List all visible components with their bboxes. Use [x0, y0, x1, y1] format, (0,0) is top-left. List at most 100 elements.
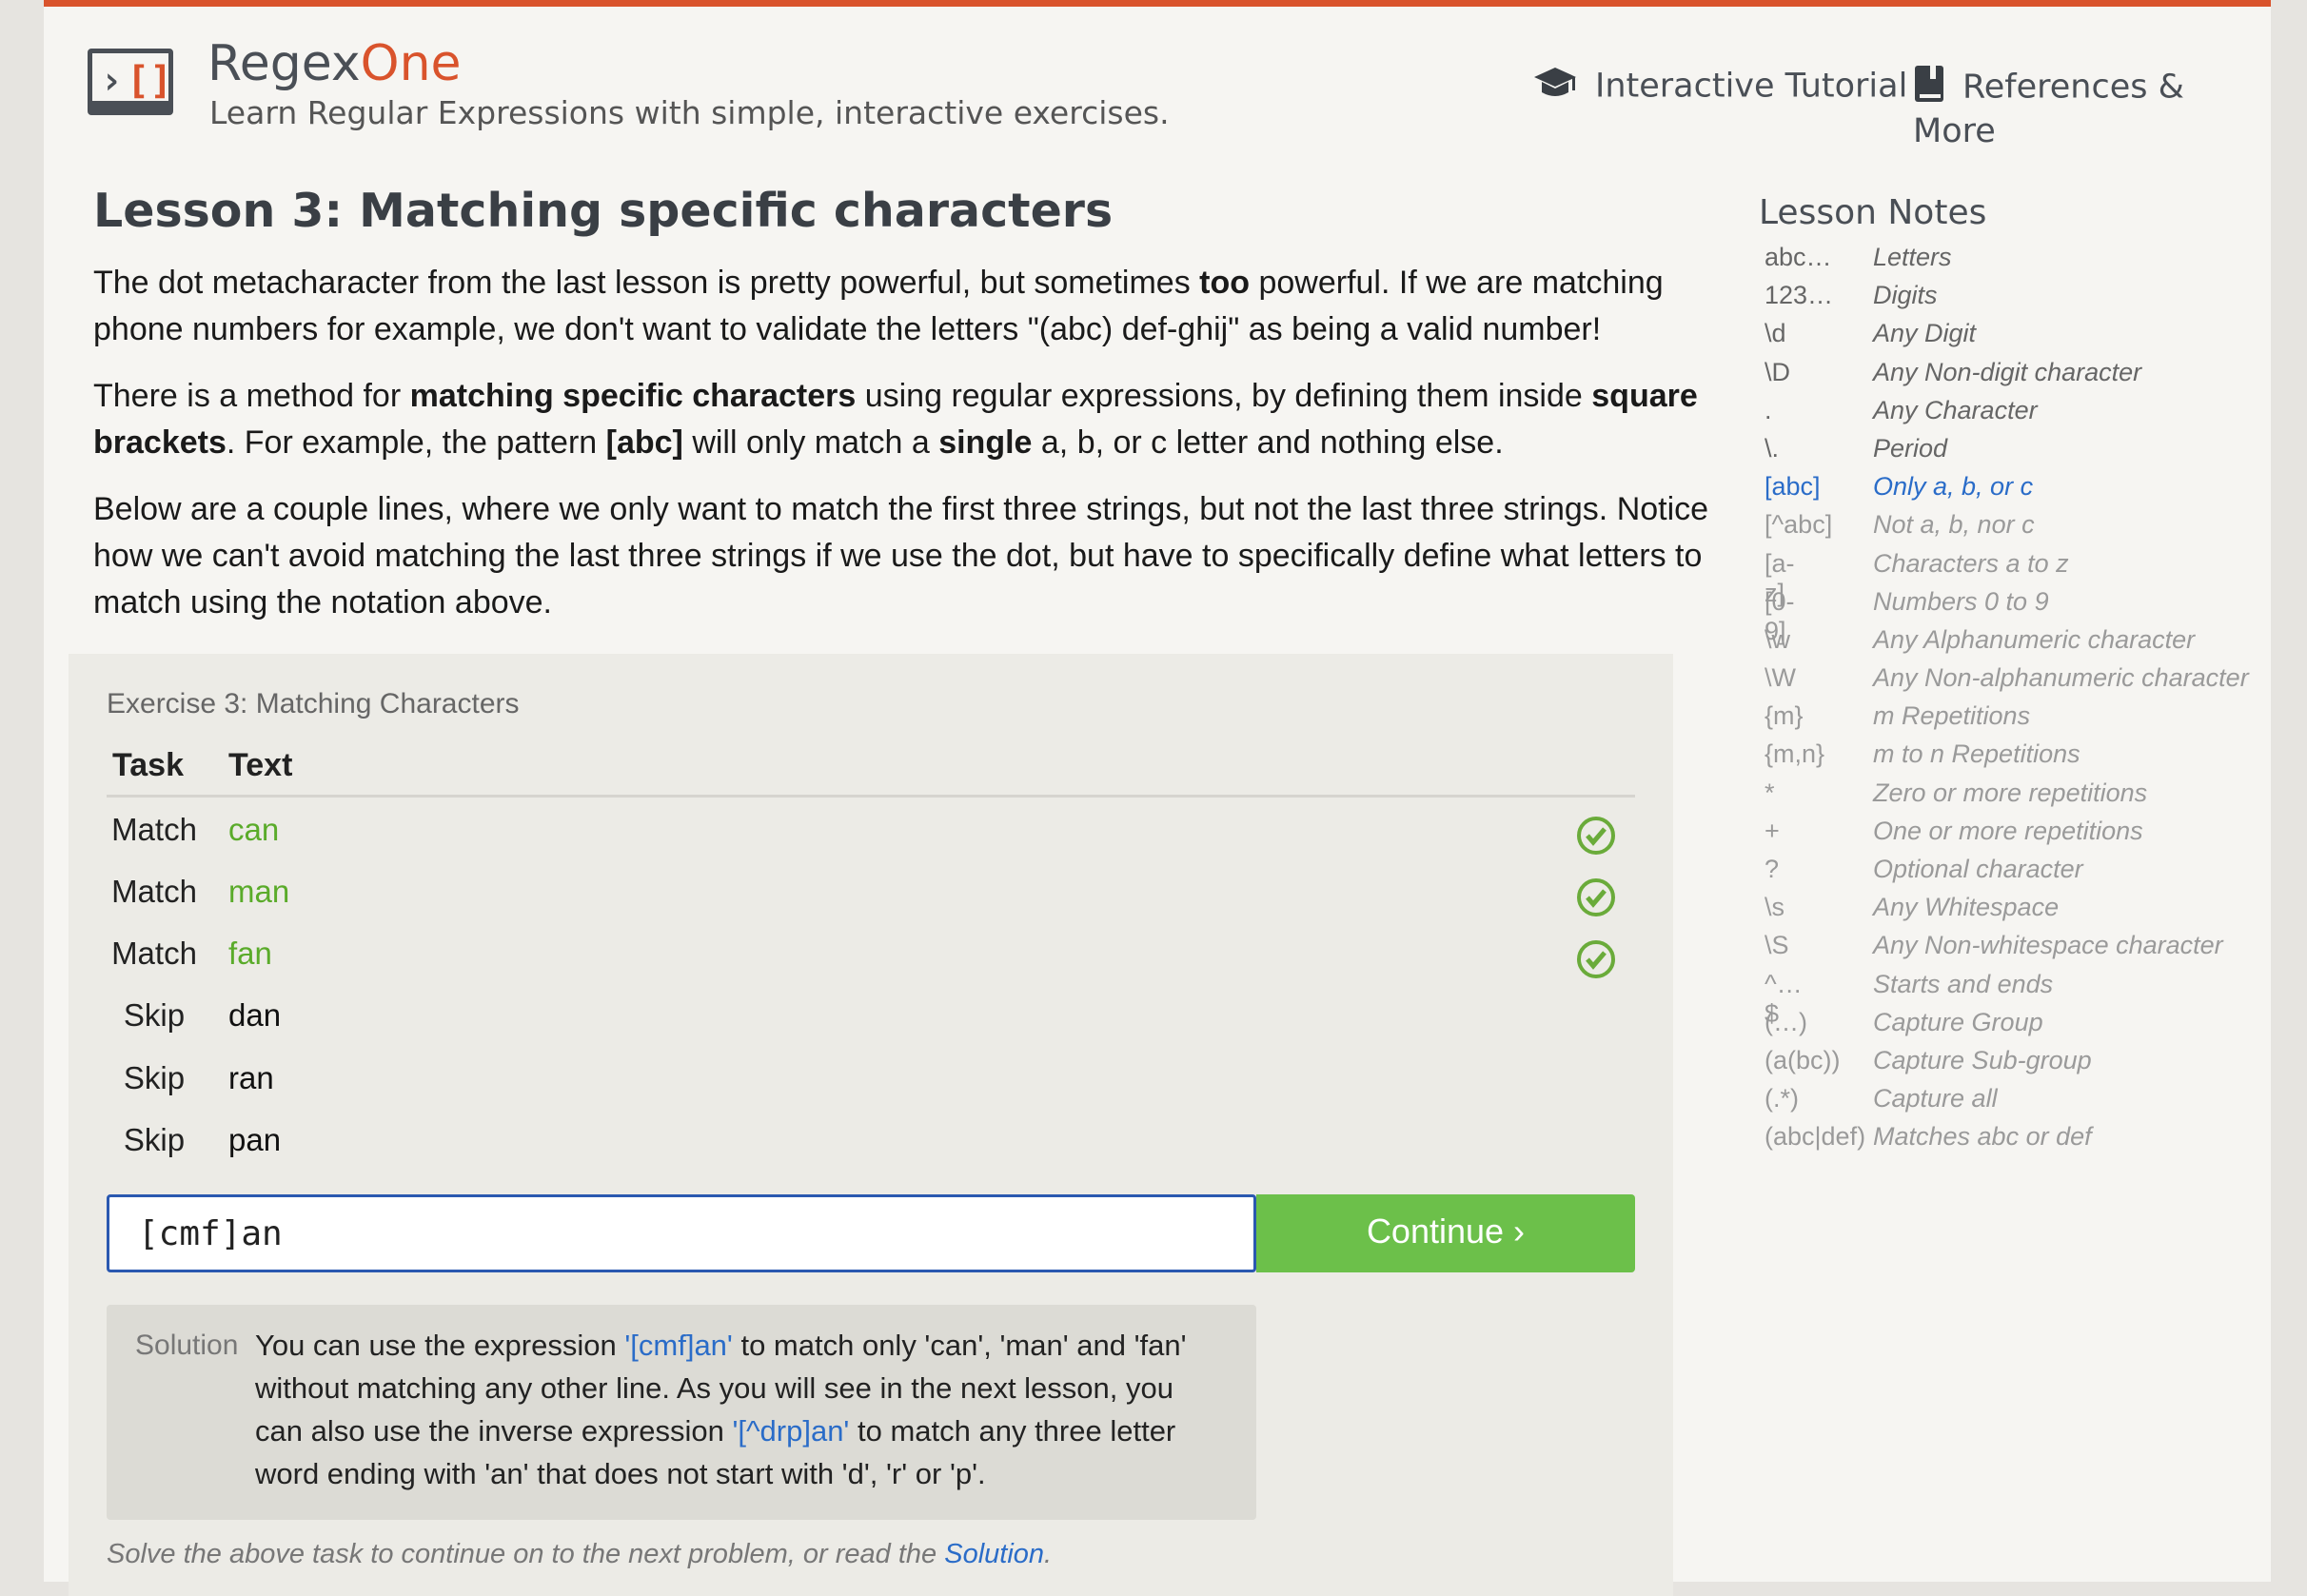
note-description: Capture all	[1873, 1084, 1998, 1113]
exercise-title: Exercise 3: Matching Characters	[107, 688, 520, 719]
chevron-right-icon: ›	[100, 59, 124, 103]
note-description: Numbers 0 to 9	[1873, 586, 2049, 616]
lesson-notes-title: Lesson Notes	[1759, 193, 1987, 232]
row-text: fan	[228, 936, 272, 971]
bold-text: single	[938, 424, 1033, 461]
regexone-logo[interactable]: › []	[88, 49, 173, 115]
text-run: There is a method for	[93, 378, 410, 414]
note-description: Any Alphanumeric character	[1873, 624, 2196, 654]
logo-strip	[92, 101, 168, 110]
text-run: a, b, or c letter and nothing else.	[1032, 424, 1504, 461]
table-row: Match fan	[107, 936, 1635, 993]
row-task: Match	[111, 812, 197, 847]
note-description: Zero or more repetitions	[1873, 778, 2148, 807]
bold-text: too	[1199, 265, 1251, 301]
table-row: Skip pan	[107, 1122, 1635, 1179]
text-run: will only match a	[682, 424, 939, 461]
note-symbol: {m,n}	[1765, 739, 1825, 769]
bold-text: [abc]	[605, 424, 683, 461]
row-text: ran	[228, 1060, 274, 1095]
note-description: Digits	[1873, 281, 1938, 310]
text-run: The dot metacharacter from the last less…	[93, 265, 1200, 301]
page: › [] RegexOne Learn Regular Expressions …	[44, 0, 2271, 1596]
note-symbol: (…)	[1765, 1007, 1807, 1036]
row-task: Skip	[123, 1122, 186, 1157]
table-row: Match can	[107, 812, 1635, 869]
note-symbol: +	[1765, 816, 1780, 845]
lesson-paragraph-2: There is a method for matching specific …	[93, 373, 1711, 466]
note-symbol: 123…	[1765, 281, 1834, 310]
solution-label: Solution	[135, 1330, 239, 1361]
row-text: man	[228, 874, 290, 909]
note-description: Letters	[1873, 243, 1952, 271]
text-run: . For example, the pattern	[226, 424, 606, 461]
solution-box: Solution You can use the expression '[cm…	[107, 1305, 1256, 1520]
note-description: Any Character	[1873, 395, 2038, 424]
note-symbol: \s	[1765, 893, 1785, 922]
row-task: Match	[111, 874, 197, 909]
table-row: Skip dan	[107, 997, 1635, 1054]
nav-references-more[interactable]: References & More	[1913, 64, 2271, 150]
solution-code: '[^drp]an'	[732, 1414, 850, 1448]
lesson-paragraph-1: The dot metacharacter from the last less…	[93, 260, 1711, 353]
note-symbol: [abc]	[1765, 472, 1821, 502]
note-symbol: abc…	[1765, 243, 1832, 271]
note-description: Any Non-whitespace character	[1873, 931, 2223, 960]
check-circle-icon	[1576, 877, 1616, 925]
note-description: Capture Group	[1873, 1007, 2043, 1036]
header-divider	[107, 795, 1635, 798]
table-row: Match man	[107, 874, 1635, 931]
column-header-text: Text	[228, 747, 293, 783]
text-run: .	[1044, 1539, 1053, 1569]
nav-interactive-tutorial[interactable]: Interactive Tutorial	[1532, 64, 1907, 110]
note-symbol: .	[1765, 395, 1772, 424]
note-symbol: \D	[1765, 357, 1790, 386]
regex-input[interactable]	[107, 1194, 1256, 1272]
note-description: Matches abc or def	[1873, 1122, 2092, 1152]
nav-label: Interactive Tutorial	[1595, 67, 1908, 106]
brand-prefix: Regex	[207, 35, 361, 92]
note-symbol: \S	[1765, 931, 1789, 960]
brackets-icon: []	[127, 59, 173, 103]
note-symbol: \w	[1765, 624, 1790, 654]
note-description: Capture Sub-group	[1873, 1045, 2092, 1074]
note-description: Only a, b, or c	[1873, 472, 2034, 502]
exercise-panel: Exercise 3: Matching Characters Task Tex…	[69, 654, 1673, 1596]
note-symbol: \d	[1765, 319, 1786, 348]
note-description: m Repetitions	[1873, 701, 2031, 731]
note-symbol: \W	[1765, 663, 1796, 693]
note-symbol: (.*)	[1765, 1084, 1799, 1113]
nav-label: References & More	[1913, 68, 2184, 151]
row-task: Skip	[123, 997, 186, 1033]
lesson-paragraph-3: Below are a couple lines, where we only …	[93, 491, 1709, 621]
note-description: Period	[1873, 433, 1948, 463]
column-header-task: Task	[112, 747, 184, 783]
bold-text: matching specific characters	[409, 378, 857, 414]
note-symbol: \.	[1765, 433, 1780, 463]
brand-name[interactable]: RegexOne	[207, 35, 462, 92]
brand-suffix: One	[360, 35, 462, 92]
note-symbol: {m}	[1765, 701, 1804, 731]
note-symbol: ?	[1765, 855, 1780, 883]
note-symbol: (a(bc))	[1765, 1045, 1841, 1074]
lesson-title: Lesson 3: Matching specific characters	[93, 184, 1114, 238]
row-task: Match	[111, 936, 197, 971]
note-description: Any Non-alphanumeric character	[1873, 663, 2249, 693]
graduation-cap-icon	[1532, 64, 1578, 110]
text-run: You can use the expression	[255, 1329, 625, 1362]
solution-text: You can use the expression '[cmf]an' to …	[255, 1324, 1216, 1495]
continue-button[interactable]: Continue ›	[1256, 1194, 1635, 1272]
note-symbol: (abc|def)	[1765, 1122, 1866, 1152]
footnote: Solve the above task to continue on to t…	[107, 1539, 1052, 1570]
tagline: Learn Regular Expressions with simple, i…	[209, 94, 1170, 131]
note-description: Not a, b, nor c	[1873, 510, 2035, 540]
text-run: using regular expressions, by defining t…	[856, 378, 1592, 414]
note-description: Starts and ends	[1873, 969, 2054, 998]
solution-link[interactable]: Solution	[944, 1539, 1044, 1569]
note-description: m to n Repetitions	[1873, 739, 2080, 769]
note-symbol: [^abc]	[1765, 510, 1833, 540]
solution-code: '[cmf]an'	[624, 1329, 733, 1362]
note-description: Any Non-digit character	[1873, 357, 2142, 386]
note-description: Characters a to z	[1873, 548, 2069, 578]
note-description: Any Whitespace	[1873, 893, 2060, 922]
